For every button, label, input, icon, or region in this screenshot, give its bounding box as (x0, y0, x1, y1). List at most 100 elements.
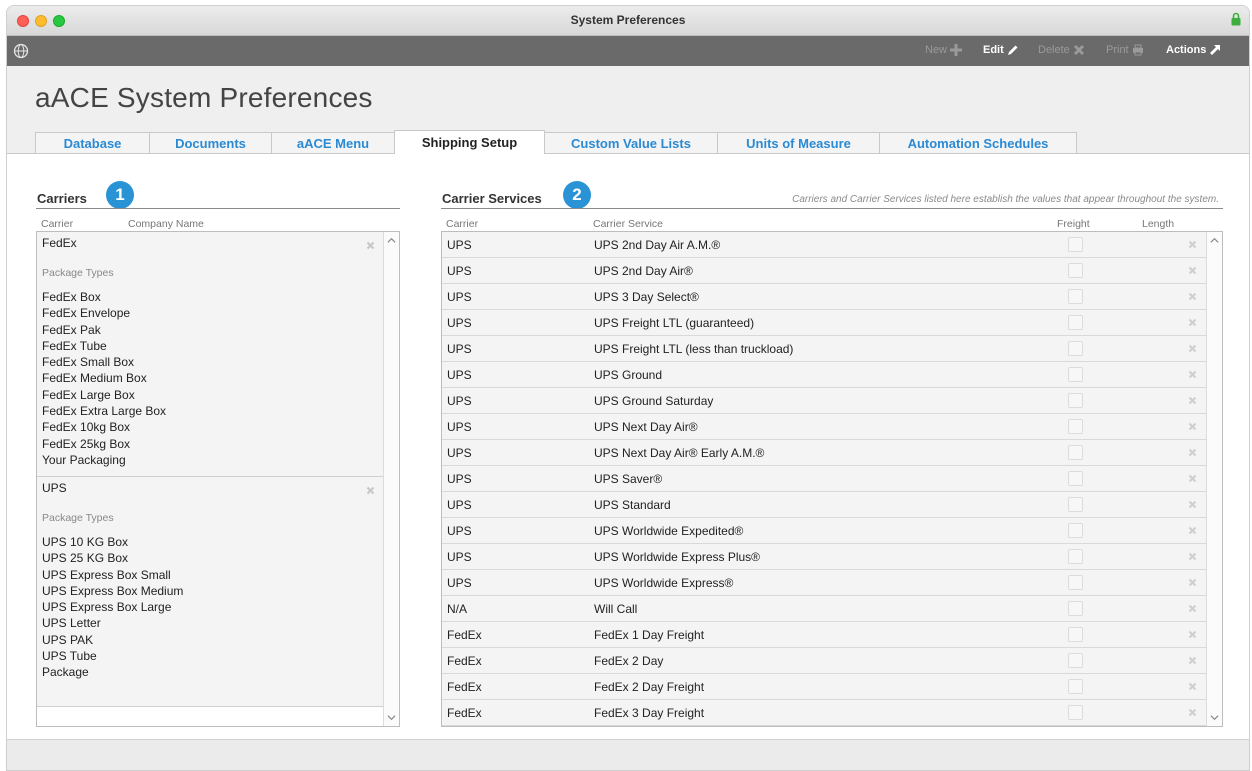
chevron-up-icon[interactable] (387, 236, 396, 245)
tab-aace-menu[interactable]: aACE Menu (271, 132, 395, 154)
freight-checkbox[interactable] (1068, 445, 1083, 460)
service-carrier: FedEx (447, 654, 482, 668)
app-window: System Preferences New Edit Delete Print (6, 5, 1250, 771)
delete-row-icon[interactable] (1188, 370, 1197, 379)
service-carrier: UPS (447, 550, 472, 564)
tab-automation-schedules[interactable]: Automation Schedules (879, 132, 1077, 154)
carrier-item-fedex[interactable]: FedEx Package Types FedEx Box FedEx Enve… (37, 232, 383, 477)
delete-row-icon[interactable] (1188, 240, 1197, 249)
service-row[interactable]: UPS UPS Worldwide Expedited® (442, 518, 1207, 544)
freight-checkbox[interactable] (1068, 679, 1083, 694)
freight-checkbox[interactable] (1068, 601, 1083, 616)
service-name: UPS Worldwide Expedited® (594, 524, 744, 538)
service-row[interactable]: UPS UPS Saver® (442, 466, 1207, 492)
tab-bar: Database Documents aACE Menu Shipping Se… (35, 130, 1077, 154)
service-row[interactable]: FedEx FedEx 1 Day Freight (442, 622, 1207, 648)
delete-row-icon[interactable] (1188, 682, 1197, 691)
freight-checkbox[interactable] (1068, 289, 1083, 304)
chevron-down-icon[interactable] (1210, 713, 1219, 722)
delete-row-icon[interactable] (1188, 526, 1197, 535)
delete-row-icon[interactable] (1188, 500, 1197, 509)
carriers-col-carrier: Carrier (41, 218, 74, 230)
freight-checkbox[interactable] (1068, 237, 1083, 252)
globe-icon[interactable] (13, 43, 29, 59)
freight-checkbox[interactable] (1068, 419, 1083, 434)
delete-row-icon[interactable] (1188, 578, 1197, 587)
service-row[interactable]: UPS UPS Ground Saturday (442, 388, 1207, 414)
chevron-down-icon[interactable] (387, 713, 396, 722)
delete-row-icon[interactable] (1188, 656, 1197, 665)
service-row[interactable]: UPS UPS 3 Day Select® (442, 284, 1207, 310)
lock-icon[interactable] (1231, 12, 1241, 26)
carrier-item-ups[interactable]: UPS Package Types UPS 10 KG Box UPS 25 K… (37, 477, 383, 707)
delete-row-icon[interactable] (1188, 604, 1197, 613)
delete-row-icon[interactable] (1188, 344, 1197, 353)
carriers-scrollbar[interactable] (383, 232, 399, 726)
new-label: New (925, 44, 948, 56)
tab-units-of-measure[interactable]: Units of Measure (717, 132, 880, 154)
service-row[interactable]: FedEx FedEx 2 Day Freight (442, 674, 1207, 700)
freight-checkbox[interactable] (1068, 549, 1083, 564)
freight-checkbox[interactable] (1068, 471, 1083, 486)
print-button[interactable]: Print (1106, 44, 1144, 56)
service-carrier: FedEx (447, 706, 482, 720)
service-row[interactable]: FedEx FedEx 2 Day (442, 648, 1207, 674)
new-button[interactable]: New (925, 44, 963, 56)
service-carrier: UPS (447, 420, 472, 434)
services-col-length: Length (1142, 218, 1175, 230)
delete-carrier-icon[interactable] (366, 486, 375, 495)
tab-shipping-setup[interactable]: Shipping Setup (394, 130, 545, 154)
service-row[interactable]: UPS UPS Next Day Air® Early A.M.® (442, 440, 1207, 466)
freight-checkbox[interactable] (1068, 263, 1083, 278)
tab-custom-value-lists[interactable]: Custom Value Lists (544, 132, 718, 154)
service-row[interactable]: UPS UPS Freight LTL (less than truckload… (442, 336, 1207, 362)
delete-row-icon[interactable] (1188, 448, 1197, 457)
freight-checkbox[interactable] (1068, 523, 1083, 538)
delete-carrier-icon[interactable] (366, 241, 375, 250)
delete-row-icon[interactable] (1188, 292, 1197, 301)
service-row[interactable]: UPS UPS 2nd Day Air® (442, 258, 1207, 284)
chevron-up-icon[interactable] (1210, 236, 1219, 245)
service-row[interactable]: UPS UPS Next Day Air® (442, 414, 1207, 440)
service-row[interactable]: UPS UPS Ground (442, 362, 1207, 388)
freight-checkbox[interactable] (1068, 497, 1083, 512)
package-types-label: Package Types (42, 267, 114, 279)
status-bar (7, 739, 1249, 770)
services-scrollbar[interactable] (1206, 232, 1222, 726)
carrier-name: FedEx (42, 236, 77, 250)
delete-row-icon[interactable] (1188, 266, 1197, 275)
service-row[interactable]: UPS UPS Standard (442, 492, 1207, 518)
freight-checkbox[interactable] (1068, 393, 1083, 408)
freight-checkbox[interactable] (1068, 653, 1083, 668)
freight-checkbox[interactable] (1068, 575, 1083, 590)
delete-row-icon[interactable] (1188, 422, 1197, 431)
service-carrier: UPS (447, 576, 472, 590)
actions-button[interactable]: Actions (1166, 44, 1221, 56)
service-row[interactable]: FedEx FedEx 3 Day Freight (442, 700, 1207, 726)
tab-documents[interactable]: Documents (149, 132, 272, 154)
service-row[interactable]: N/A Will Call (442, 596, 1207, 622)
tab-database[interactable]: Database (35, 132, 150, 154)
package-type: UPS Express Box Large (42, 600, 172, 615)
delete-row-icon[interactable] (1188, 630, 1197, 639)
service-row[interactable]: UPS UPS Freight LTL (guaranteed) (442, 310, 1207, 336)
service-row[interactable]: UPS UPS Worldwide Express® (442, 570, 1207, 596)
delete-button[interactable]: Delete (1038, 44, 1085, 56)
service-row[interactable]: UPS UPS Worldwide Express Plus® (442, 544, 1207, 570)
freight-checkbox[interactable] (1068, 367, 1083, 382)
delete-row-icon[interactable] (1188, 396, 1197, 405)
service-carrier: UPS (447, 316, 472, 330)
printer-icon (1132, 44, 1143, 56)
service-row[interactable]: UPS UPS 2nd Day Air A.M.® (442, 232, 1207, 258)
freight-checkbox[interactable] (1068, 627, 1083, 642)
freight-checkbox[interactable] (1068, 341, 1083, 356)
service-carrier: UPS (447, 394, 472, 408)
delete-row-icon[interactable] (1188, 552, 1197, 561)
freight-checkbox[interactable] (1068, 705, 1083, 720)
edit-button[interactable]: Edit (983, 44, 1019, 56)
delete-row-icon[interactable] (1188, 318, 1197, 327)
package-types-list: UPS 10 KG Box UPS 25 KG Box UPS Express … (42, 534, 183, 681)
delete-row-icon[interactable] (1188, 474, 1197, 483)
freight-checkbox[interactable] (1068, 315, 1083, 330)
delete-row-icon[interactable] (1188, 708, 1197, 717)
